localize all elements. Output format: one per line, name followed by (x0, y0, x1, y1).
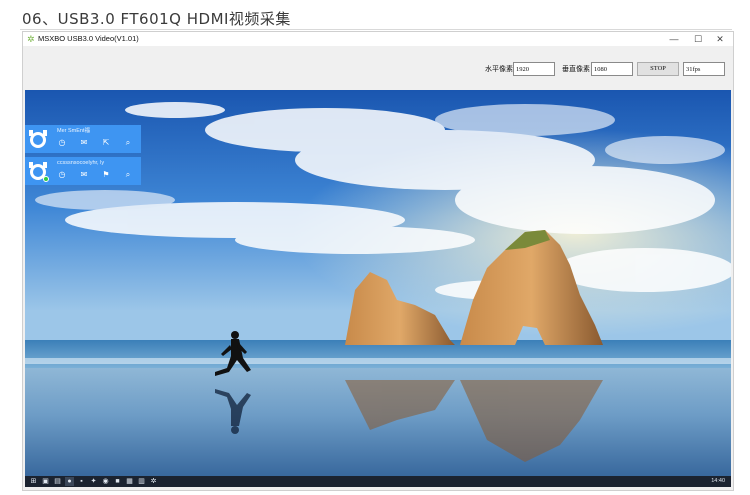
mail-icon[interactable]: ✉ (79, 138, 89, 148)
chat-icon[interactable]: ■ (113, 477, 122, 486)
search-icon[interactable]: ⌕ (123, 170, 133, 180)
page-heading: 06、USB3.0 FT601Q HDMI视频采集 (22, 10, 291, 28)
overlay-panel-2[interactable]: ccsssnsocoelyhr, ly ◷ ✉ ⚑ ⌕ (25, 157, 141, 185)
share-icon[interactable]: ⇱ (101, 138, 111, 148)
timer-icon[interactable]: ◷ (57, 138, 67, 148)
app-window: ✲ MSXBO USB3.0 Video(V1.01) — ☐ ✕ 水平像素 1… (22, 31, 734, 491)
notes-icon[interactable]: ▥ (137, 477, 146, 486)
store-icon[interactable]: ▦ (125, 477, 134, 486)
close-button[interactable]: ✕ (709, 32, 731, 46)
browser-icon[interactable]: ◉ (101, 477, 110, 486)
toolbar: 水平像素 1920 垂直像素 1080 STOP 31fps (23, 46, 733, 90)
terminal-icon[interactable]: ▪ (77, 477, 86, 486)
search-icon[interactable]: ⌕ (123, 138, 133, 148)
vertical-pixels-label: 垂直像素 (562, 66, 590, 73)
overlay-panel-1[interactable]: Mer SmEnt福 ◷ ✉ ⇱ ⌕ (25, 125, 141, 153)
maximize-button[interactable]: ☐ (687, 32, 709, 46)
window-title: MSXBO USB3.0 Video(V1.01) (38, 34, 139, 43)
taskbar-clock[interactable]: 14:40 (711, 477, 725, 486)
explorer-icon[interactable]: ▤ (53, 477, 62, 486)
video-app-icon[interactable]: ✲ (149, 477, 158, 486)
heading-divider (20, 29, 732, 30)
app-flower-icon: ✲ (27, 34, 35, 44)
avatar-icon (29, 130, 47, 148)
mail-icon[interactable]: ✉ (79, 170, 89, 180)
online-status-icon (43, 176, 49, 182)
flag-icon[interactable]: ⚑ (101, 170, 111, 180)
stop-button[interactable]: STOP (637, 62, 679, 76)
panel-name: ccsssnsocoelyhr, ly (57, 160, 105, 166)
settings-icon[interactable]: ✦ (89, 477, 98, 486)
timer-icon[interactable]: ◷ (57, 170, 67, 180)
app-icon[interactable]: ● (65, 477, 74, 486)
fps-display: 31fps (683, 62, 725, 76)
title-bar[interactable]: ✲ MSXBO USB3.0 Video(V1.01) — ☐ ✕ (23, 32, 733, 46)
vertical-pixels-input[interactable]: 1080 (591, 62, 633, 76)
taskview-icon[interactable]: ▣ (41, 477, 50, 486)
horizontal-pixels-label: 水平像素 (485, 66, 513, 73)
panel-name: Mer SmEnt福 (57, 128, 91, 134)
start-icon[interactable]: ⊞ (29, 477, 38, 486)
video-preview: Mer SmEnt福 ◷ ✉ ⇱ ⌕ ccsssnsocoelyhr, ly ◷… (25, 90, 731, 487)
taskbar: ⊞ ▣ ▤ ● ▪ ✦ ◉ ■ ▦ ▥ ✲ 14:40 (25, 476, 731, 487)
horizontal-pixels-input[interactable]: 1920 (513, 62, 555, 76)
minimize-button[interactable]: — (663, 32, 685, 46)
